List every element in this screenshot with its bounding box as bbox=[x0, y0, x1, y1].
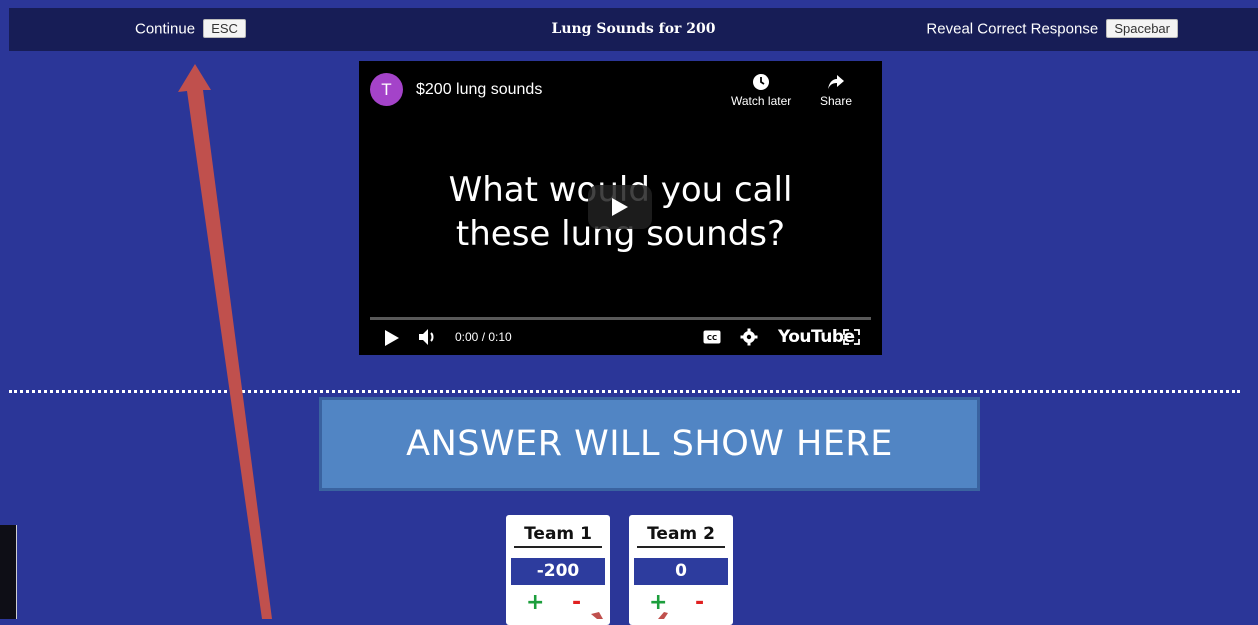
video-title[interactable]: $200 lung sounds bbox=[416, 81, 542, 99]
captions-icon[interactable]: CC bbox=[703, 330, 721, 344]
clock-icon bbox=[753, 74, 770, 90]
channel-avatar[interactable]: T bbox=[370, 73, 403, 106]
subtract-points-button[interactable]: - bbox=[695, 590, 704, 615]
youtube-video-player[interactable]: T $200 lung sounds Watch later Share Wha… bbox=[359, 61, 882, 355]
fullscreen-icon[interactable] bbox=[843, 329, 860, 345]
reveal-label[interactable]: Reveal Correct Response bbox=[926, 20, 1098, 37]
share-label: Share bbox=[820, 94, 853, 108]
play-icon[interactable] bbox=[384, 329, 400, 347]
team-name: Team 1 bbox=[514, 524, 602, 548]
svg-text:CC: CC bbox=[707, 334, 717, 342]
large-play-button[interactable] bbox=[588, 185, 652, 229]
arrow-to-continue bbox=[178, 64, 272, 619]
progress-bar[interactable] bbox=[370, 317, 871, 320]
watch-later-button[interactable]: Watch later bbox=[731, 73, 791, 108]
answer-placeholder: ANSWER WILL SHOW HERE bbox=[319, 397, 980, 491]
volume-icon[interactable] bbox=[418, 328, 438, 346]
settings-gear-icon[interactable] bbox=[740, 328, 758, 346]
left-edge-panel bbox=[0, 525, 17, 619]
time-display: 0:00 / 0:10 bbox=[455, 330, 512, 344]
share-button[interactable]: Share bbox=[820, 73, 852, 108]
add-points-button[interactable]: + bbox=[526, 590, 544, 615]
subtract-points-button[interactable]: - bbox=[572, 590, 581, 615]
watch-later-label: Watch later bbox=[731, 94, 792, 108]
reveal-control[interactable]: Reveal Correct Response Spacebar bbox=[926, 19, 1178, 39]
play-icon bbox=[612, 198, 628, 216]
team-name: Team 2 bbox=[637, 524, 725, 548]
dotted-divider bbox=[9, 390, 1240, 393]
player-controls: 0:00 / 0:10 CC YouTube bbox=[359, 325, 882, 351]
team-score: -200 bbox=[511, 558, 605, 585]
spacebar-key-button[interactable]: Spacebar bbox=[1106, 19, 1178, 38]
team-card: Team 1 -200 + - bbox=[506, 515, 610, 625]
share-icon bbox=[828, 75, 845, 89]
top-bar: Continue ESC Lung Sounds for 200 Reveal … bbox=[9, 8, 1258, 51]
team-score: 0 bbox=[634, 558, 728, 585]
add-points-button[interactable]: + bbox=[649, 590, 667, 615]
team-card: Team 2 0 + - bbox=[629, 515, 733, 625]
